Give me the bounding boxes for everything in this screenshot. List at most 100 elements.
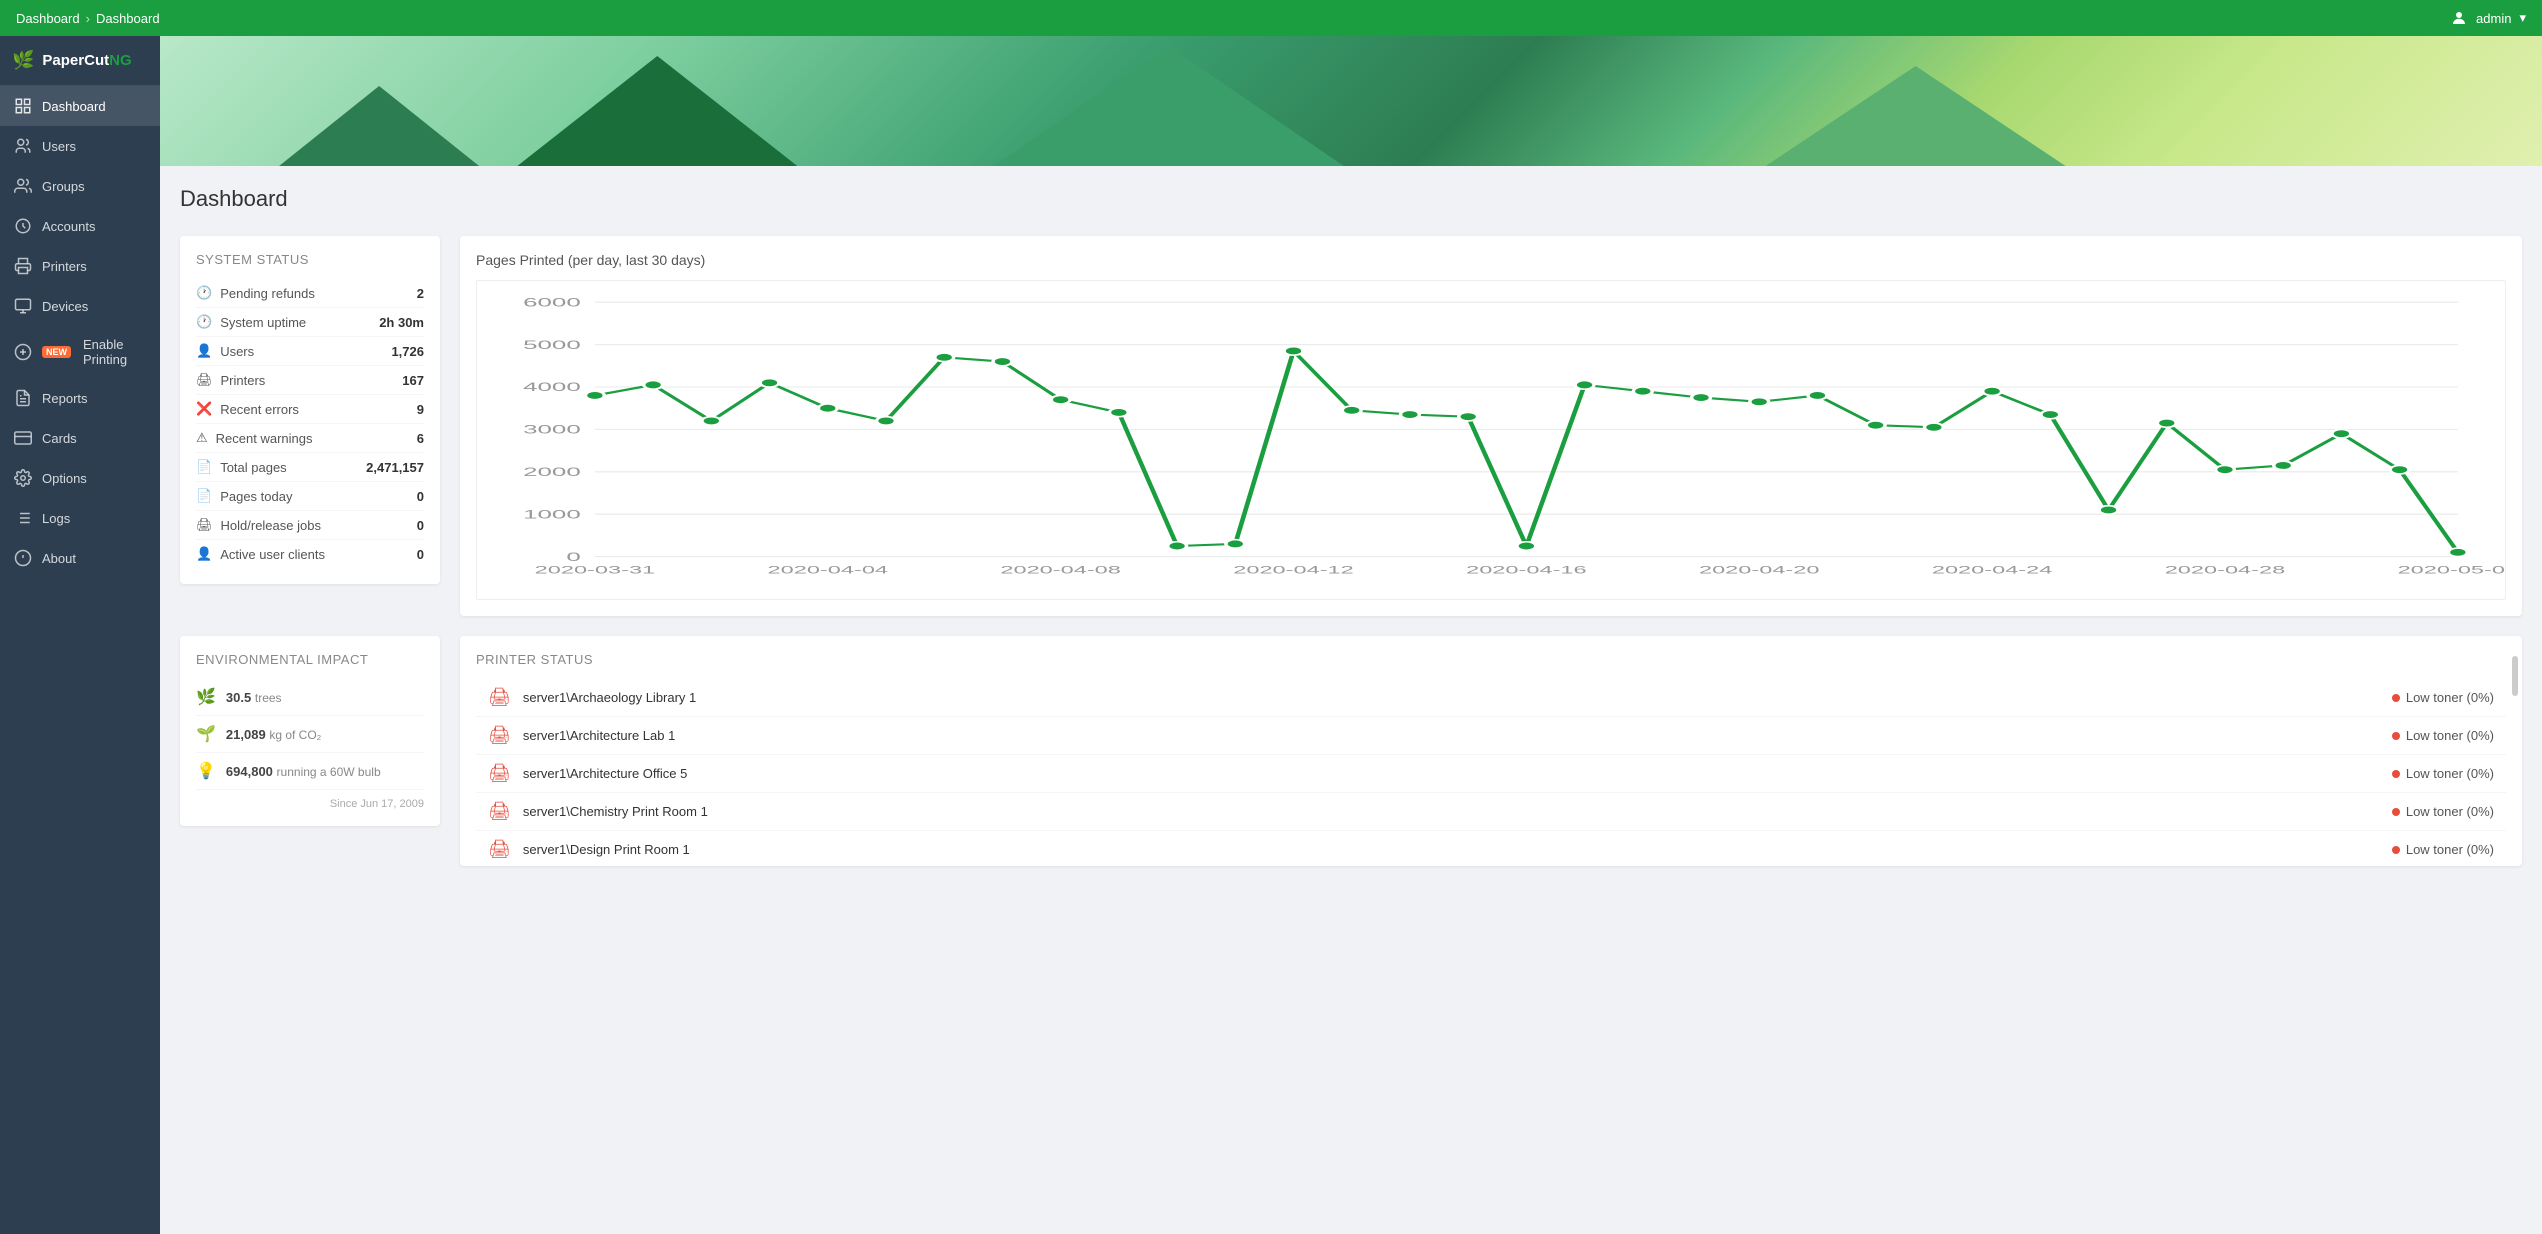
page-title: Dashboard (180, 186, 2522, 212)
bulb-icon: 💡 (196, 761, 216, 781)
user-icon (2450, 9, 2468, 27)
sidebar: 🌿 PaperCutNG Dashboard Users Groups Acco… (0, 36, 160, 1234)
status-row-pending-refunds: 🕐Pending refunds2 (196, 279, 424, 308)
sidebar-item-reports[interactable]: Reports (0, 378, 160, 418)
printer-row[interactable]: 🖨 server1\Design Print Room 1 Low toner … (476, 831, 2506, 866)
chart-title: Pages Printed (per day, last 30 days) (476, 252, 2506, 268)
svg-text:6000: 6000 (523, 297, 581, 310)
printer-row[interactable]: 🖨 server1\Chemistry Print Room 1 Low ton… (476, 793, 2506, 831)
dashboard-icon (14, 97, 32, 115)
chart-panel: Pages Printed (per day, last 30 days) 0 1… (460, 236, 2522, 616)
printer-name: server1\Design Print Room 1 (523, 842, 2392, 857)
system-status-title: System Status (196, 252, 424, 267)
logs-icon (14, 509, 32, 527)
printer-name: server1\Archaeology Library 1 (523, 690, 2392, 705)
svg-text:3000: 3000 (523, 424, 581, 437)
status-list: 🕐Pending refunds2🕐System uptime2h 30m👤Us… (196, 279, 424, 568)
svg-text:1000: 1000 (523, 509, 581, 522)
enable-printing-icon (14, 343, 32, 361)
printer-status: Low toner (0%) (2392, 842, 2494, 857)
sidebar-label-reports: Reports (42, 391, 88, 406)
admin-label: admin (2476, 11, 2511, 26)
env-trees: 🌿 30.5 trees (196, 679, 424, 716)
sidebar-label-users: Users (42, 139, 76, 154)
status-row-total-pages: 📄Total pages2,471,157 (196, 453, 424, 482)
status-row-hold/release-jobs: 🖨Hold/release jobs0 (196, 511, 424, 540)
sidebar-item-dashboard[interactable]: Dashboard (0, 86, 160, 126)
leaf-icon: 🌿 (196, 687, 216, 707)
logo-text: PaperCutNG (42, 52, 131, 69)
logo-leaf-icon: 🌿 (12, 50, 34, 71)
printer-status: Low toner (0%) (2392, 728, 2494, 743)
users-icon (14, 137, 32, 155)
printer-error-icon: 🖨 (488, 687, 511, 708)
logo: 🌿 PaperCutNG (0, 36, 160, 86)
printer-error-icon: 🖨 (488, 763, 511, 784)
env-hours: 💡 694,800 running a 60W bulb (196, 753, 424, 790)
status-dot (2392, 694, 2400, 702)
environmental-title: Environmental Impact (196, 652, 424, 667)
sidebar-item-users[interactable]: Users (0, 126, 160, 166)
svg-text:2020-04-24: 2020-04-24 (1932, 564, 2053, 576)
svg-text:4000: 4000 (523, 381, 581, 394)
svg-text:2020-03-31: 2020-03-31 (535, 564, 656, 576)
printer-name: server1\Chemistry Print Room 1 (523, 804, 2392, 819)
svg-text:0: 0 (566, 551, 580, 564)
sidebar-label-enable-printing: Enable Printing (83, 337, 146, 367)
env-since: Since Jun 17, 2009 (196, 798, 424, 810)
status-row-printers: 🖨Printers167 (196, 366, 424, 395)
sidebar-label-dashboard: Dashboard (42, 99, 106, 114)
sidebar-label-logs: Logs (42, 511, 70, 526)
scrollbar[interactable] (2512, 656, 2518, 696)
status-dot (2392, 770, 2400, 778)
co2-icon: 🌱 (196, 724, 216, 744)
svg-text:2020-05-02: 2020-05-02 (2398, 564, 2505, 576)
status-row-system-uptime: 🕐System uptime2h 30m (196, 308, 424, 337)
sidebar-item-groups[interactable]: Groups (0, 166, 160, 206)
printer-status: Low toner (0%) (2392, 766, 2494, 781)
svg-text:5000: 5000 (523, 339, 581, 352)
sidebar-item-enable-printing[interactable]: NEW Enable Printing (0, 326, 160, 378)
status-row-active-user-clients: 👤Active user clients0 (196, 540, 424, 568)
printer-row[interactable]: 🖨 server1\Archaeology Library 1 Low tone… (476, 679, 2506, 717)
hours-value: 694,800 running a 60W bulb (226, 764, 381, 779)
printer-status: Low toner (0%) (2392, 804, 2494, 819)
sidebar-item-devices[interactable]: Devices (0, 286, 160, 326)
options-icon (14, 469, 32, 487)
printer-name: server1\Architecture Office 5 (523, 766, 2392, 781)
printer-status: Low toner (0%) (2392, 690, 2494, 705)
breadcrumb-dashboard[interactable]: Dashboard (16, 11, 80, 26)
printer-status-panel: Printer Status 🖨 server1\Archaeology Lib… (460, 636, 2522, 866)
devices-icon (14, 297, 32, 315)
sidebar-item-options[interactable]: Options (0, 458, 160, 498)
printer-row[interactable]: 🖨 server1\Architecture Office 5 Low tone… (476, 755, 2506, 793)
sidebar-item-cards[interactable]: Cards (0, 418, 160, 458)
sidebar-label-groups: Groups (42, 179, 85, 194)
env-co2: 🌱 21,089 kg of CO₂ (196, 716, 424, 753)
svg-text:2020-04-20: 2020-04-20 (1699, 564, 1820, 576)
printer-row[interactable]: 🖨 server1\Architecture Lab 1 Low toner (… (476, 717, 2506, 755)
breadcrumb-current: Dashboard (96, 11, 160, 26)
topbar: Dashboard › Dashboard admin ▾ (0, 0, 2542, 36)
system-status-panel: System Status 🕐Pending refunds2🕐System u… (180, 236, 440, 584)
breadcrumb: Dashboard › Dashboard (16, 11, 160, 26)
admin-menu[interactable]: admin ▾ (2450, 9, 2526, 27)
printer-error-icon: 🖨 (488, 725, 511, 746)
svg-text:2020-04-12: 2020-04-12 (1233, 564, 1354, 576)
sidebar-item-about[interactable]: About (0, 538, 160, 578)
status-row-users: 👤Users1,726 (196, 337, 424, 366)
printer-list: 🖨 server1\Archaeology Library 1 Low tone… (476, 679, 2506, 866)
environmental-panel: Environmental Impact 🌿 30.5 trees 🌱 21,0… (180, 636, 440, 826)
sidebar-item-accounts[interactable]: Accounts (0, 206, 160, 246)
sidebar-item-logs[interactable]: Logs (0, 498, 160, 538)
status-row-recent-errors: ❌Recent errors9 (196, 395, 424, 424)
cards-icon (14, 429, 32, 447)
new-badge: NEW (42, 346, 71, 358)
trees-value: 30.5 trees (226, 690, 282, 705)
svg-text:2020-04-28: 2020-04-28 (2165, 564, 2286, 576)
sidebar-label-devices: Devices (42, 299, 88, 314)
status-dot (2392, 808, 2400, 816)
sidebar-item-printers[interactable]: Printers (0, 246, 160, 286)
admin-chevron: ▾ (2519, 10, 2526, 26)
printer-status-title: Printer Status (476, 652, 2506, 667)
